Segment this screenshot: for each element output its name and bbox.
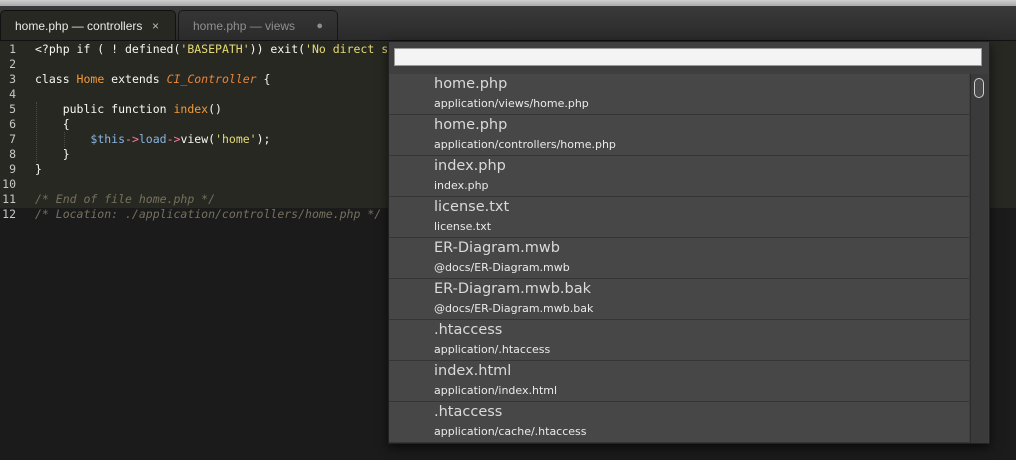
result-item[interactable]: home.php application/views/home.php	[389, 74, 969, 115]
code-line-1: <?php if ( ! defined('BASEPATH')) exit('…	[35, 42, 389, 56]
code-line-9: }	[35, 162, 42, 176]
result-path: application/cache/.htaccess	[434, 425, 587, 438]
result-path: application/controllers/home.php	[434, 138, 616, 151]
result-item[interactable]: license.txt license.txt	[389, 197, 969, 238]
result-item[interactable]: ER-Diagram.mwb @docs/ER-Diagram.mwb	[389, 238, 969, 279]
result-item[interactable]: home.php application/controllers/home.ph…	[389, 115, 969, 156]
result-path: license.txt	[434, 220, 492, 233]
result-name: home.php	[434, 117, 508, 133]
code-line-11: /* End of file home.php */	[35, 192, 216, 206]
code-line-7: $this->load->view('home');	[90, 132, 271, 146]
tab-bar: home.php — controllers × home.php — view…	[0, 6, 1016, 41]
result-name: index.html	[434, 363, 512, 379]
line-number: 8	[9, 147, 16, 161]
result-item[interactable]: .htaccess application/.htaccess	[389, 320, 969, 361]
tab-label: home.php — views	[193, 19, 296, 33]
result-path: @docs/ER-Diagram.mwb.bak	[434, 302, 594, 315]
line-number: 10	[2, 177, 16, 191]
goto-anything-panel: home.php application/views/home.php home…	[388, 41, 990, 444]
result-item[interactable]: index.html application/index.html	[389, 361, 969, 402]
result-name: .htaccess	[434, 404, 503, 420]
code-line-6: {	[35, 117, 70, 131]
scrollbar-thumb[interactable]	[974, 78, 984, 98]
line-number: 12	[2, 207, 16, 221]
result-name: ER-Diagram.mwb.bak	[434, 281, 592, 297]
result-path: application/views/home.php	[434, 97, 589, 110]
result-item[interactable]: ER-Diagram.mwb.bak @docs/ER-Diagram.mwb.…	[389, 279, 969, 320]
goto-search-input[interactable]	[394, 48, 982, 66]
result-path: application/index.html	[434, 384, 558, 397]
line-number: 5	[9, 102, 16, 116]
code-line-5: public function index()	[35, 102, 222, 116]
line-number: 9	[9, 162, 16, 176]
line-number: 7	[9, 132, 16, 146]
result-name: index.php	[434, 158, 506, 174]
line-number: 2	[9, 57, 16, 71]
result-name: ER-Diagram.mwb	[434, 240, 560, 256]
tab-home-views[interactable]: home.php — views ●	[178, 10, 338, 40]
result-name: home.php	[434, 76, 508, 92]
results-list: home.php application/views/home.php home…	[389, 74, 971, 443]
unsaved-dot-icon[interactable]: ●	[316, 11, 323, 41]
result-path: @docs/ER-Diagram.mwb	[434, 261, 570, 274]
tab-label: home.php — controllers	[15, 19, 143, 33]
line-number: 6	[9, 117, 16, 131]
result-name: license.txt	[434, 199, 510, 215]
code-line-3: class Home extends CI_Controller {	[35, 72, 271, 86]
result-item[interactable]: index.php index.php	[389, 156, 969, 197]
line-number: 11	[2, 192, 16, 206]
result-item[interactable]: .htaccess application/cache/.htaccess	[389, 402, 969, 443]
result-path: application/.htaccess	[434, 343, 551, 356]
line-number: 3	[9, 72, 16, 86]
line-number: 4	[9, 87, 16, 101]
line-number: 1	[9, 42, 16, 56]
tab-home-controllers[interactable]: home.php — controllers ×	[0, 10, 176, 40]
results-scrollbar[interactable]	[970, 74, 988, 443]
result-name: .htaccess	[434, 322, 503, 338]
code-line-12: /* Location: ./application/controllers/h…	[35, 207, 382, 221]
code-line-8: }	[35, 147, 70, 161]
close-icon[interactable]: ×	[152, 11, 159, 41]
result-path: index.php	[434, 179, 489, 192]
